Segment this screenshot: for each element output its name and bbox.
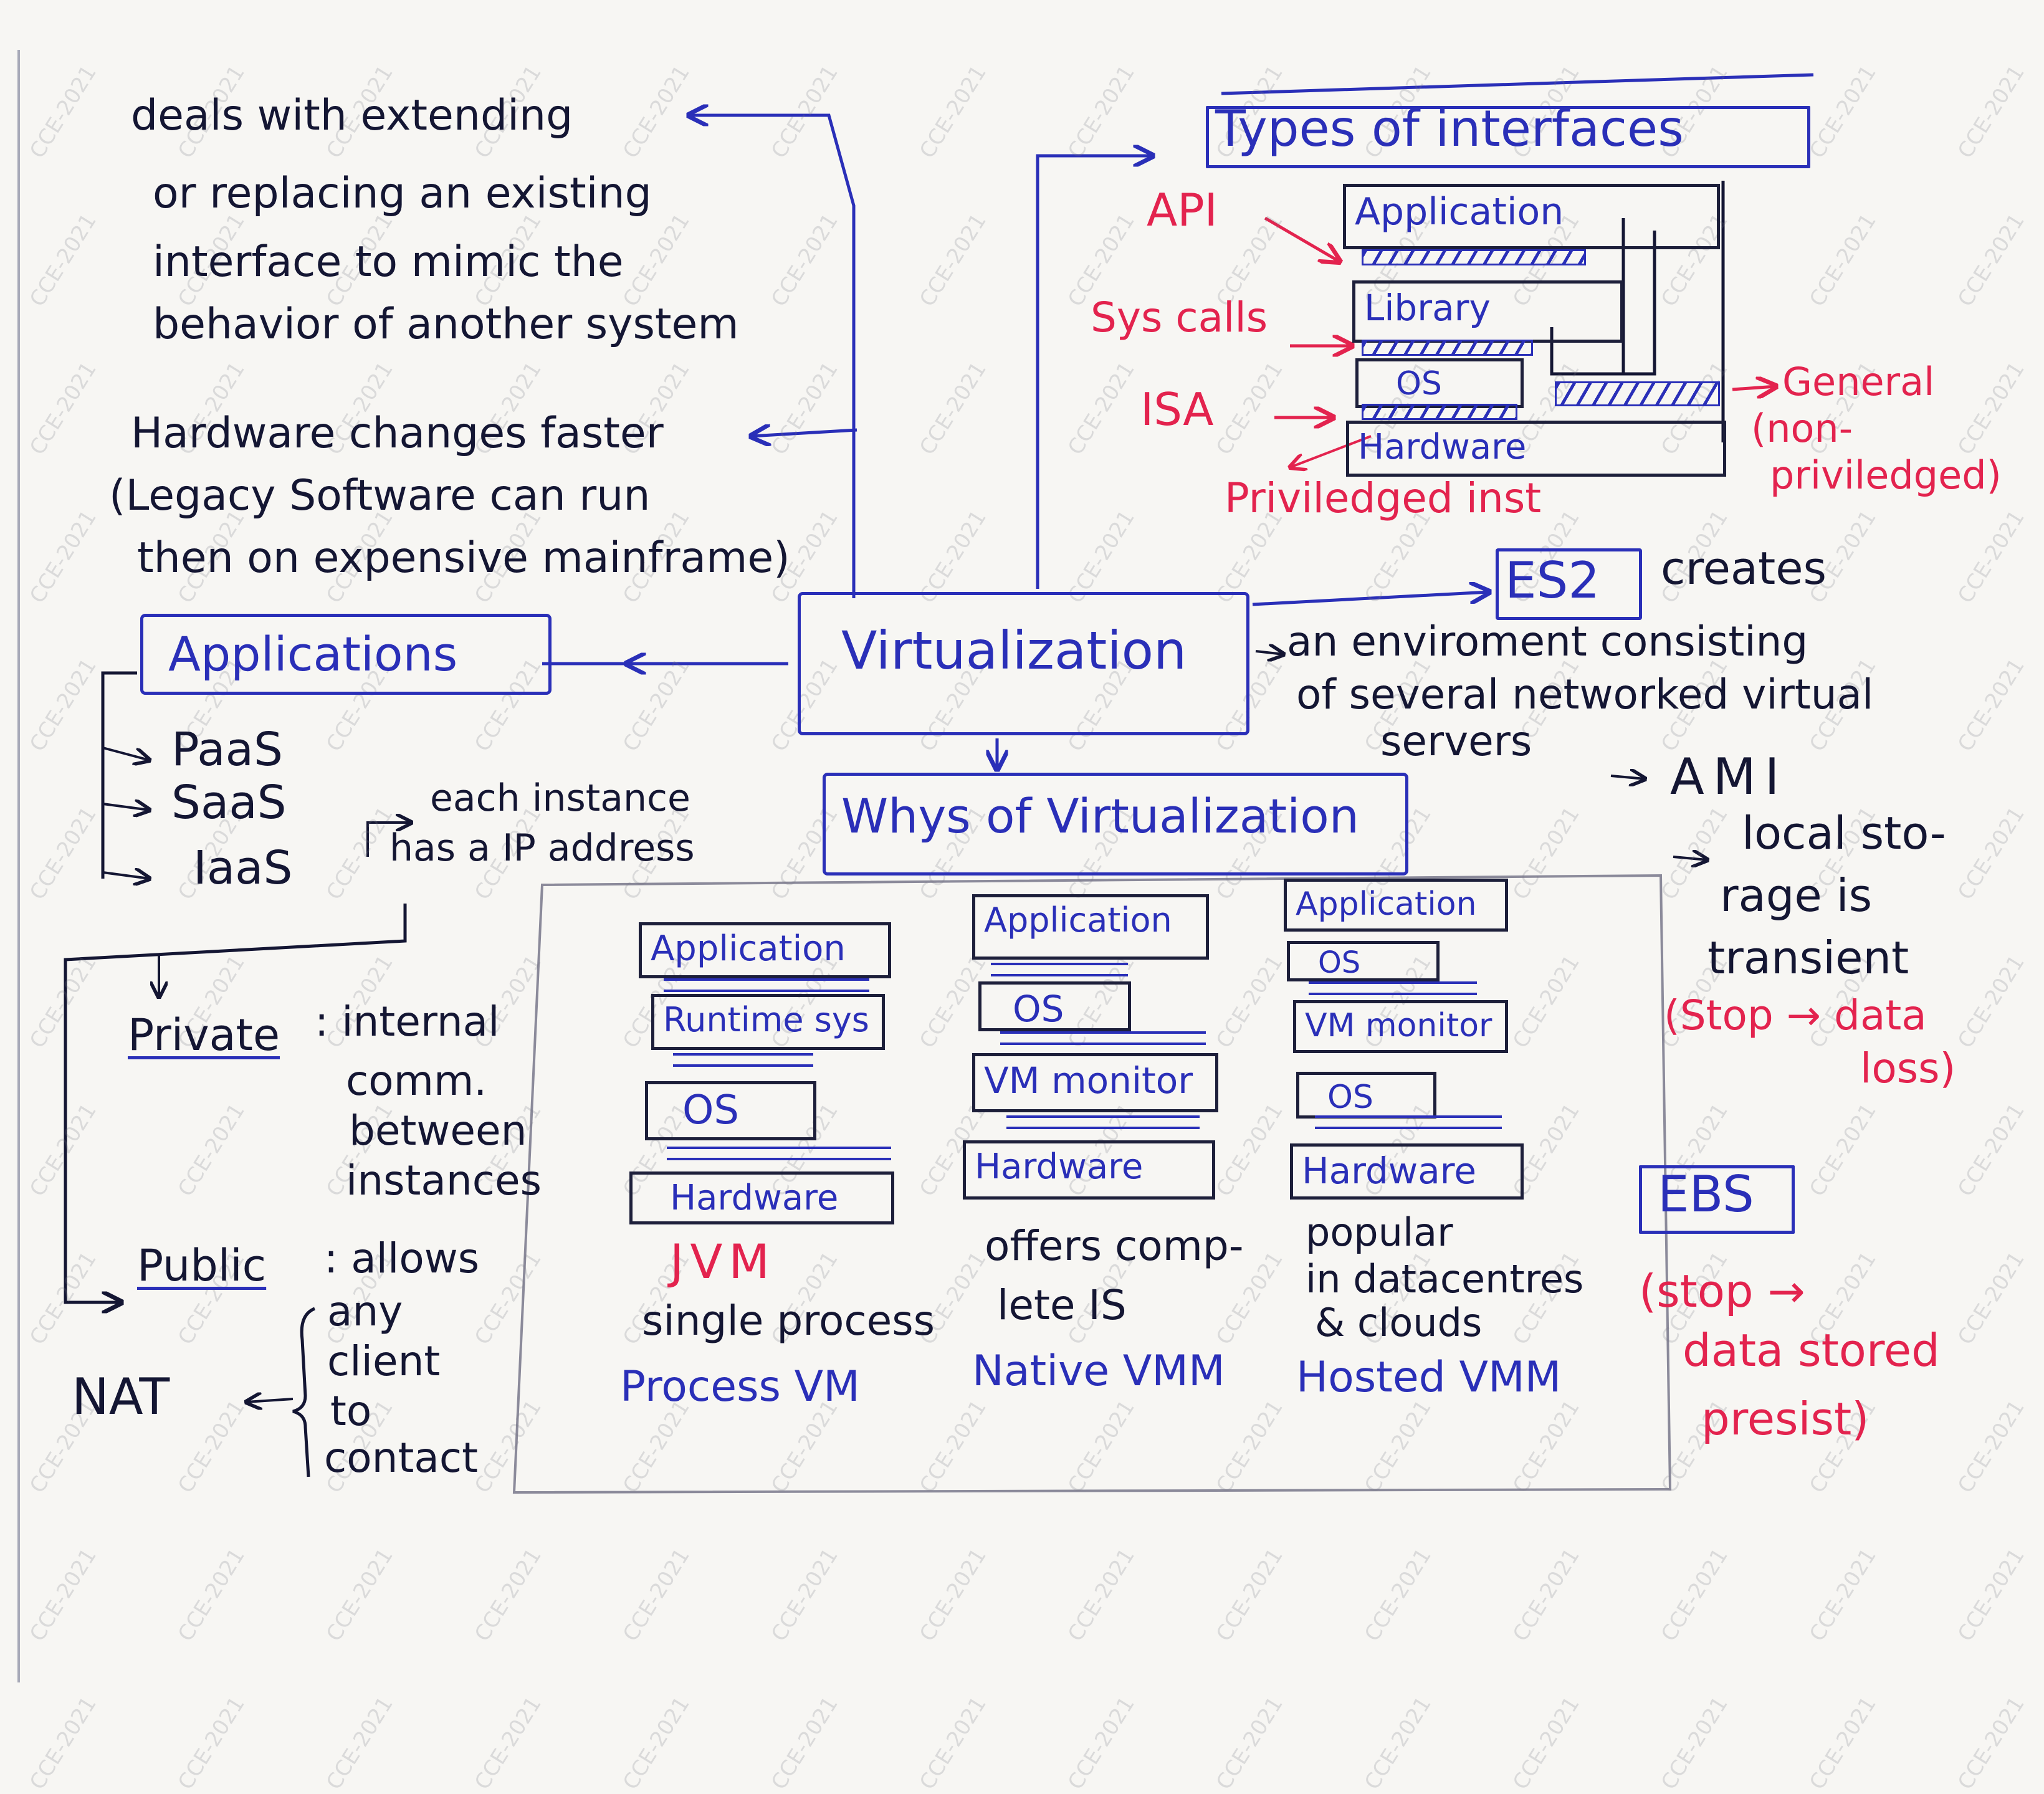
hardware-note-line-3: then on expensive mainframe) bbox=[137, 533, 790, 583]
vm3-interface-1 bbox=[1309, 981, 1477, 995]
vm2-desc-1: offers comp- bbox=[985, 1222, 1244, 1270]
public-desc-2: any bbox=[327, 1287, 403, 1335]
app-type-paas: PaaS bbox=[171, 723, 283, 776]
applications-title: Applications bbox=[168, 626, 458, 682]
private-desc-2: comm. bbox=[346, 1057, 487, 1105]
public-desc-4: to bbox=[330, 1387, 372, 1435]
vm1-desc: single process bbox=[642, 1297, 935, 1345]
es2-title: ES2 bbox=[1505, 551, 1600, 609]
private-label: Private bbox=[128, 1009, 280, 1061]
vm2-layer-os: OS bbox=[978, 981, 1131, 1031]
vm2-desc-2: lete IS bbox=[997, 1281, 1127, 1329]
ebs-note-1: (stop → bbox=[1639, 1265, 1805, 1317]
virtualization-title: Virtualization bbox=[841, 620, 1187, 681]
isa-label: ISA bbox=[1140, 383, 1214, 436]
api-label: API bbox=[1147, 184, 1218, 236]
iface-layer-hardware: Hardware bbox=[1346, 421, 1726, 477]
public-label: Public bbox=[137, 1240, 267, 1291]
general-label-3: priviledged) bbox=[1770, 452, 2002, 498]
vm3-interface-2 bbox=[1315, 1115, 1502, 1129]
iface-hatch-general bbox=[1555, 381, 1720, 406]
private-desc-3: between bbox=[349, 1107, 527, 1155]
vm3-layer-os-host: OS bbox=[1296, 1072, 1436, 1119]
privileged-label: Priviledged inst bbox=[1225, 474, 1542, 522]
local-note-1: (Stop → data bbox=[1664, 991, 1927, 1039]
local-storage-1: local sto- bbox=[1742, 807, 1946, 859]
vm2-layer-vm-monitor: VM monitor bbox=[972, 1053, 1218, 1112]
ebs-note-3: presist) bbox=[1701, 1393, 1870, 1445]
hardware-note-line-1: Hardware changes faster bbox=[131, 409, 664, 458]
definition-line-3: interface to mimic the bbox=[153, 237, 624, 287]
public-desc-3: client bbox=[327, 1337, 441, 1385]
vm3-layer-application: Application bbox=[1284, 879, 1508, 932]
iface-layer-library: Library bbox=[1352, 280, 1623, 343]
vm3-type: Hosted VMM bbox=[1296, 1353, 1562, 1402]
vm2-interface-2 bbox=[1000, 1031, 1206, 1045]
vm1-layer-hardware: Hardware bbox=[629, 1171, 894, 1224]
vm1-type: Process VM bbox=[620, 1362, 860, 1411]
definition-line-1: deals with extending bbox=[131, 91, 573, 140]
es2-desc-1: an enviroment consisting bbox=[1287, 618, 1808, 666]
whys-title: Whys of Virtualization bbox=[841, 788, 1359, 844]
vm1-interface-2 bbox=[673, 1053, 813, 1067]
iface-hatch-api bbox=[1362, 249, 1586, 265]
vm3-layer-os-guest: OS bbox=[1287, 941, 1440, 981]
public-desc-5: contact bbox=[324, 1434, 478, 1482]
app-type-iaas: IaaS bbox=[193, 841, 293, 895]
vm3-desc-3: & clouds bbox=[1315, 1300, 1483, 1345]
general-label-2: (non- bbox=[1751, 406, 1853, 451]
vm3-layer-vm-monitor: VM monitor bbox=[1293, 1000, 1508, 1053]
es2-creates: creates bbox=[1661, 542, 1827, 594]
vm1-interface-1 bbox=[664, 978, 869, 992]
app-type-saas: SaaS bbox=[171, 776, 287, 829]
ami-label: AMI bbox=[1670, 748, 1788, 806]
public-desc-1: : allows bbox=[324, 1234, 480, 1282]
vm1-interface-3 bbox=[667, 1147, 891, 1160]
vm1-layer-application: Application bbox=[639, 922, 891, 978]
definition-line-2: or replacing an existing bbox=[153, 169, 652, 218]
private-desc-4: instances bbox=[346, 1157, 542, 1205]
syscalls-label: Sys calls bbox=[1091, 293, 1268, 341]
vm2-type: Native VMM bbox=[972, 1347, 1225, 1396]
general-label-1: General bbox=[1782, 359, 1935, 404]
iface-hatch-syscalls bbox=[1362, 340, 1533, 356]
interfaces-title: Types of interfaces bbox=[1215, 100, 1684, 158]
local-storage-3: transient bbox=[1707, 932, 1909, 984]
iface-layer-application: Application bbox=[1343, 184, 1720, 249]
es2-desc-3: servers bbox=[1380, 717, 1532, 765]
vm1-layer-runtime: Runtime sys bbox=[651, 994, 885, 1050]
vm3-desc-2: in datacentres bbox=[1306, 1256, 1584, 1302]
vm1-tag: JVM bbox=[670, 1234, 776, 1289]
vm2-layer-hardware: Hardware bbox=[963, 1140, 1215, 1200]
hardware-note-line-2: (Legacy Software can run bbox=[109, 471, 651, 520]
private-desc-1: : internal bbox=[315, 998, 500, 1046]
vm3-layer-hardware: Hardware bbox=[1290, 1143, 1524, 1200]
nat-label: NAT bbox=[72, 1368, 170, 1426]
ebs-note-2: data stored bbox=[1683, 1324, 1940, 1377]
local-storage-2: rage is bbox=[1720, 869, 1873, 922]
instance-note-line-2: has a IP address bbox=[389, 826, 695, 870]
definition-line-4: behavior of another system bbox=[153, 300, 739, 349]
local-note-2: loss) bbox=[1860, 1044, 1956, 1092]
vm3-desc-1: popular bbox=[1306, 1210, 1453, 1255]
ebs-title: EBS bbox=[1658, 1165, 1754, 1223]
vm2-interface-3 bbox=[1006, 1115, 1200, 1129]
vm2-interface-1 bbox=[991, 963, 1128, 976]
iface-hatch-isa bbox=[1362, 404, 1517, 420]
vm1-layer-os: OS bbox=[645, 1081, 816, 1140]
iface-layer-os: OS bbox=[1355, 358, 1524, 408]
instance-note-line-1: each instance bbox=[430, 776, 690, 820]
vm2-layer-application: Application bbox=[972, 894, 1209, 960]
es2-desc-2: of several networked virtual bbox=[1296, 670, 1874, 718]
